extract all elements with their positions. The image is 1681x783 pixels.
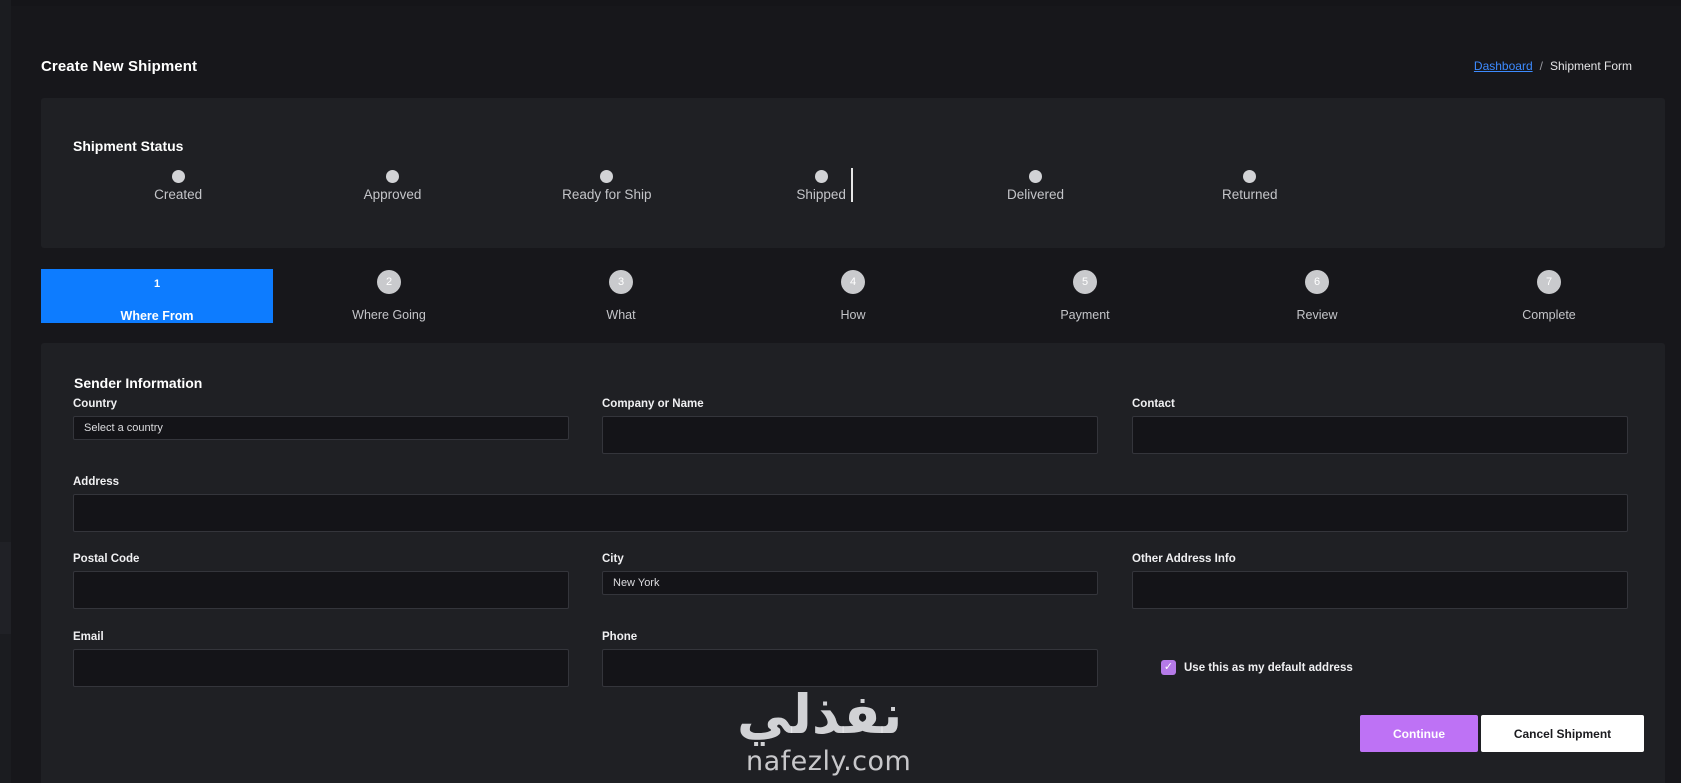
wizard-step-number: 3 (609, 270, 633, 294)
status-step-ready-for-ship: Ready for Ship (500, 166, 714, 216)
address-field: Address (73, 476, 1628, 532)
contact-field: Contact (1132, 398, 1628, 454)
wizard-step-label: Where Going (352, 308, 426, 322)
status-track: Created Approved Ready for Ship Shipped … (71, 166, 1357, 216)
status-step-approved: Approved (285, 166, 499, 216)
status-dot (814, 170, 828, 183)
company-label: Company or Name (602, 398, 704, 410)
status-step-shipped: Shipped (714, 166, 928, 216)
status-current-marker (851, 168, 853, 202)
status-label: Returned (1222, 187, 1278, 202)
continue-button[interactable]: Continue (1360, 715, 1478, 752)
status-label: Shipped (796, 187, 846, 202)
address-label: Address (73, 476, 120, 488)
wizard-step-number: 2 (377, 270, 401, 294)
contact-label: Contact (1132, 398, 1175, 410)
side-strip-notch (0, 542, 11, 634)
status-step-delivered: Delivered (928, 166, 1142, 216)
status-label: Delivered (1006, 187, 1064, 202)
postal-code-label: Postal Code (73, 553, 140, 565)
email-label: Email (73, 631, 104, 643)
company-input[interactable] (602, 416, 1098, 454)
wizard-step-where-from[interactable]: 1 Where From (41, 269, 273, 323)
status-dot (1243, 170, 1257, 183)
wizard-step-complete[interactable]: 7 Complete (1433, 269, 1665, 323)
contact-input[interactable] (1132, 416, 1628, 454)
wizard-steps: 1 Where From 2 Where Going 3 What 4 How … (41, 269, 1665, 323)
email-field: Email (73, 631, 569, 687)
app-container: Create New Shipment Dashboard / Shipment… (11, 6, 1681, 783)
phone-input[interactable] (602, 649, 1098, 687)
wizard-step-label: What (606, 308, 636, 322)
wizard-step-number: 6 (1305, 270, 1329, 294)
breadcrumb-separator: / (1539, 59, 1543, 73)
page-header: Create New Shipment Dashboard / Shipment… (41, 48, 1651, 84)
city-label: City (602, 553, 624, 565)
wizard-step-number: 4 (841, 270, 865, 294)
wizard-step-number: 5 (1073, 270, 1097, 294)
shipment-status-card: Shipment Status Created Approved Ready f… (41, 98, 1665, 248)
wizard-step-label: How (840, 308, 866, 322)
wizard-step-payment[interactable]: 5 Payment (969, 269, 1201, 323)
wizard-step-label: Complete (1522, 308, 1576, 322)
country-select[interactable]: Select a country (73, 416, 569, 440)
email-input[interactable] (73, 649, 569, 687)
page-title: Create New Shipment (41, 57, 198, 75)
wizard-step-how[interactable]: 4 How (737, 269, 969, 323)
status-label: Approved (363, 187, 422, 202)
status-label: Ready for Ship (562, 187, 652, 202)
status-dot (171, 170, 185, 183)
status-step-returned: Returned (1143, 166, 1357, 216)
phone-field: Phone (602, 631, 1098, 687)
wizard-step-label: Payment (1060, 308, 1110, 322)
status-dot (385, 170, 399, 183)
other-address-label: Other Address Info (1132, 553, 1236, 565)
country-label: Country (73, 398, 118, 410)
status-dot (600, 170, 614, 183)
breadcrumb: Dashboard / Shipment Form (1474, 59, 1632, 73)
wizard-step-where-going[interactable]: 2 Where Going (273, 269, 505, 323)
other-address-input[interactable] (1132, 571, 1628, 609)
default-address-checkbox[interactable]: ✓ (1161, 660, 1176, 675)
shipment-status-title: Shipment Status (73, 138, 184, 154)
default-address-row: ✓ Use this as my default address (1161, 660, 1353, 675)
default-address-label[interactable]: Use this as my default address (1184, 662, 1353, 674)
country-field: Country Select a country (73, 398, 569, 440)
status-dot (1028, 170, 1042, 183)
city-input[interactable]: New York (602, 571, 1098, 595)
cancel-shipment-button[interactable]: Cancel Shipment (1481, 715, 1644, 752)
status-step-created: Created (71, 166, 285, 216)
side-strip (0, 0, 11, 783)
address-input[interactable] (73, 494, 1628, 532)
postal-code-field: Postal Code (73, 553, 569, 609)
sender-information-card: Sender Information Country Select a coun… (41, 343, 1665, 783)
sender-information-title: Sender Information (74, 375, 203, 391)
breadcrumb-current: Shipment Form (1549, 59, 1632, 73)
wizard-step-number: 1 (153, 278, 161, 290)
status-label: Created (154, 187, 203, 202)
breadcrumb-dashboard-link[interactable]: Dashboard (1474, 59, 1533, 73)
other-address-field: Other Address Info (1132, 553, 1628, 609)
wizard-step-label: Review (1296, 308, 1338, 322)
wizard-step-review[interactable]: 6 Review (1201, 269, 1433, 323)
postal-code-input[interactable] (73, 571, 569, 609)
phone-label: Phone (602, 631, 638, 643)
wizard-step-label: Where From (120, 309, 194, 323)
city-field: City New York (602, 553, 1098, 595)
company-field: Company or Name (602, 398, 1098, 454)
wizard-step-number: 7 (1537, 270, 1561, 294)
wizard-step-what[interactable]: 3 What (505, 269, 737, 323)
